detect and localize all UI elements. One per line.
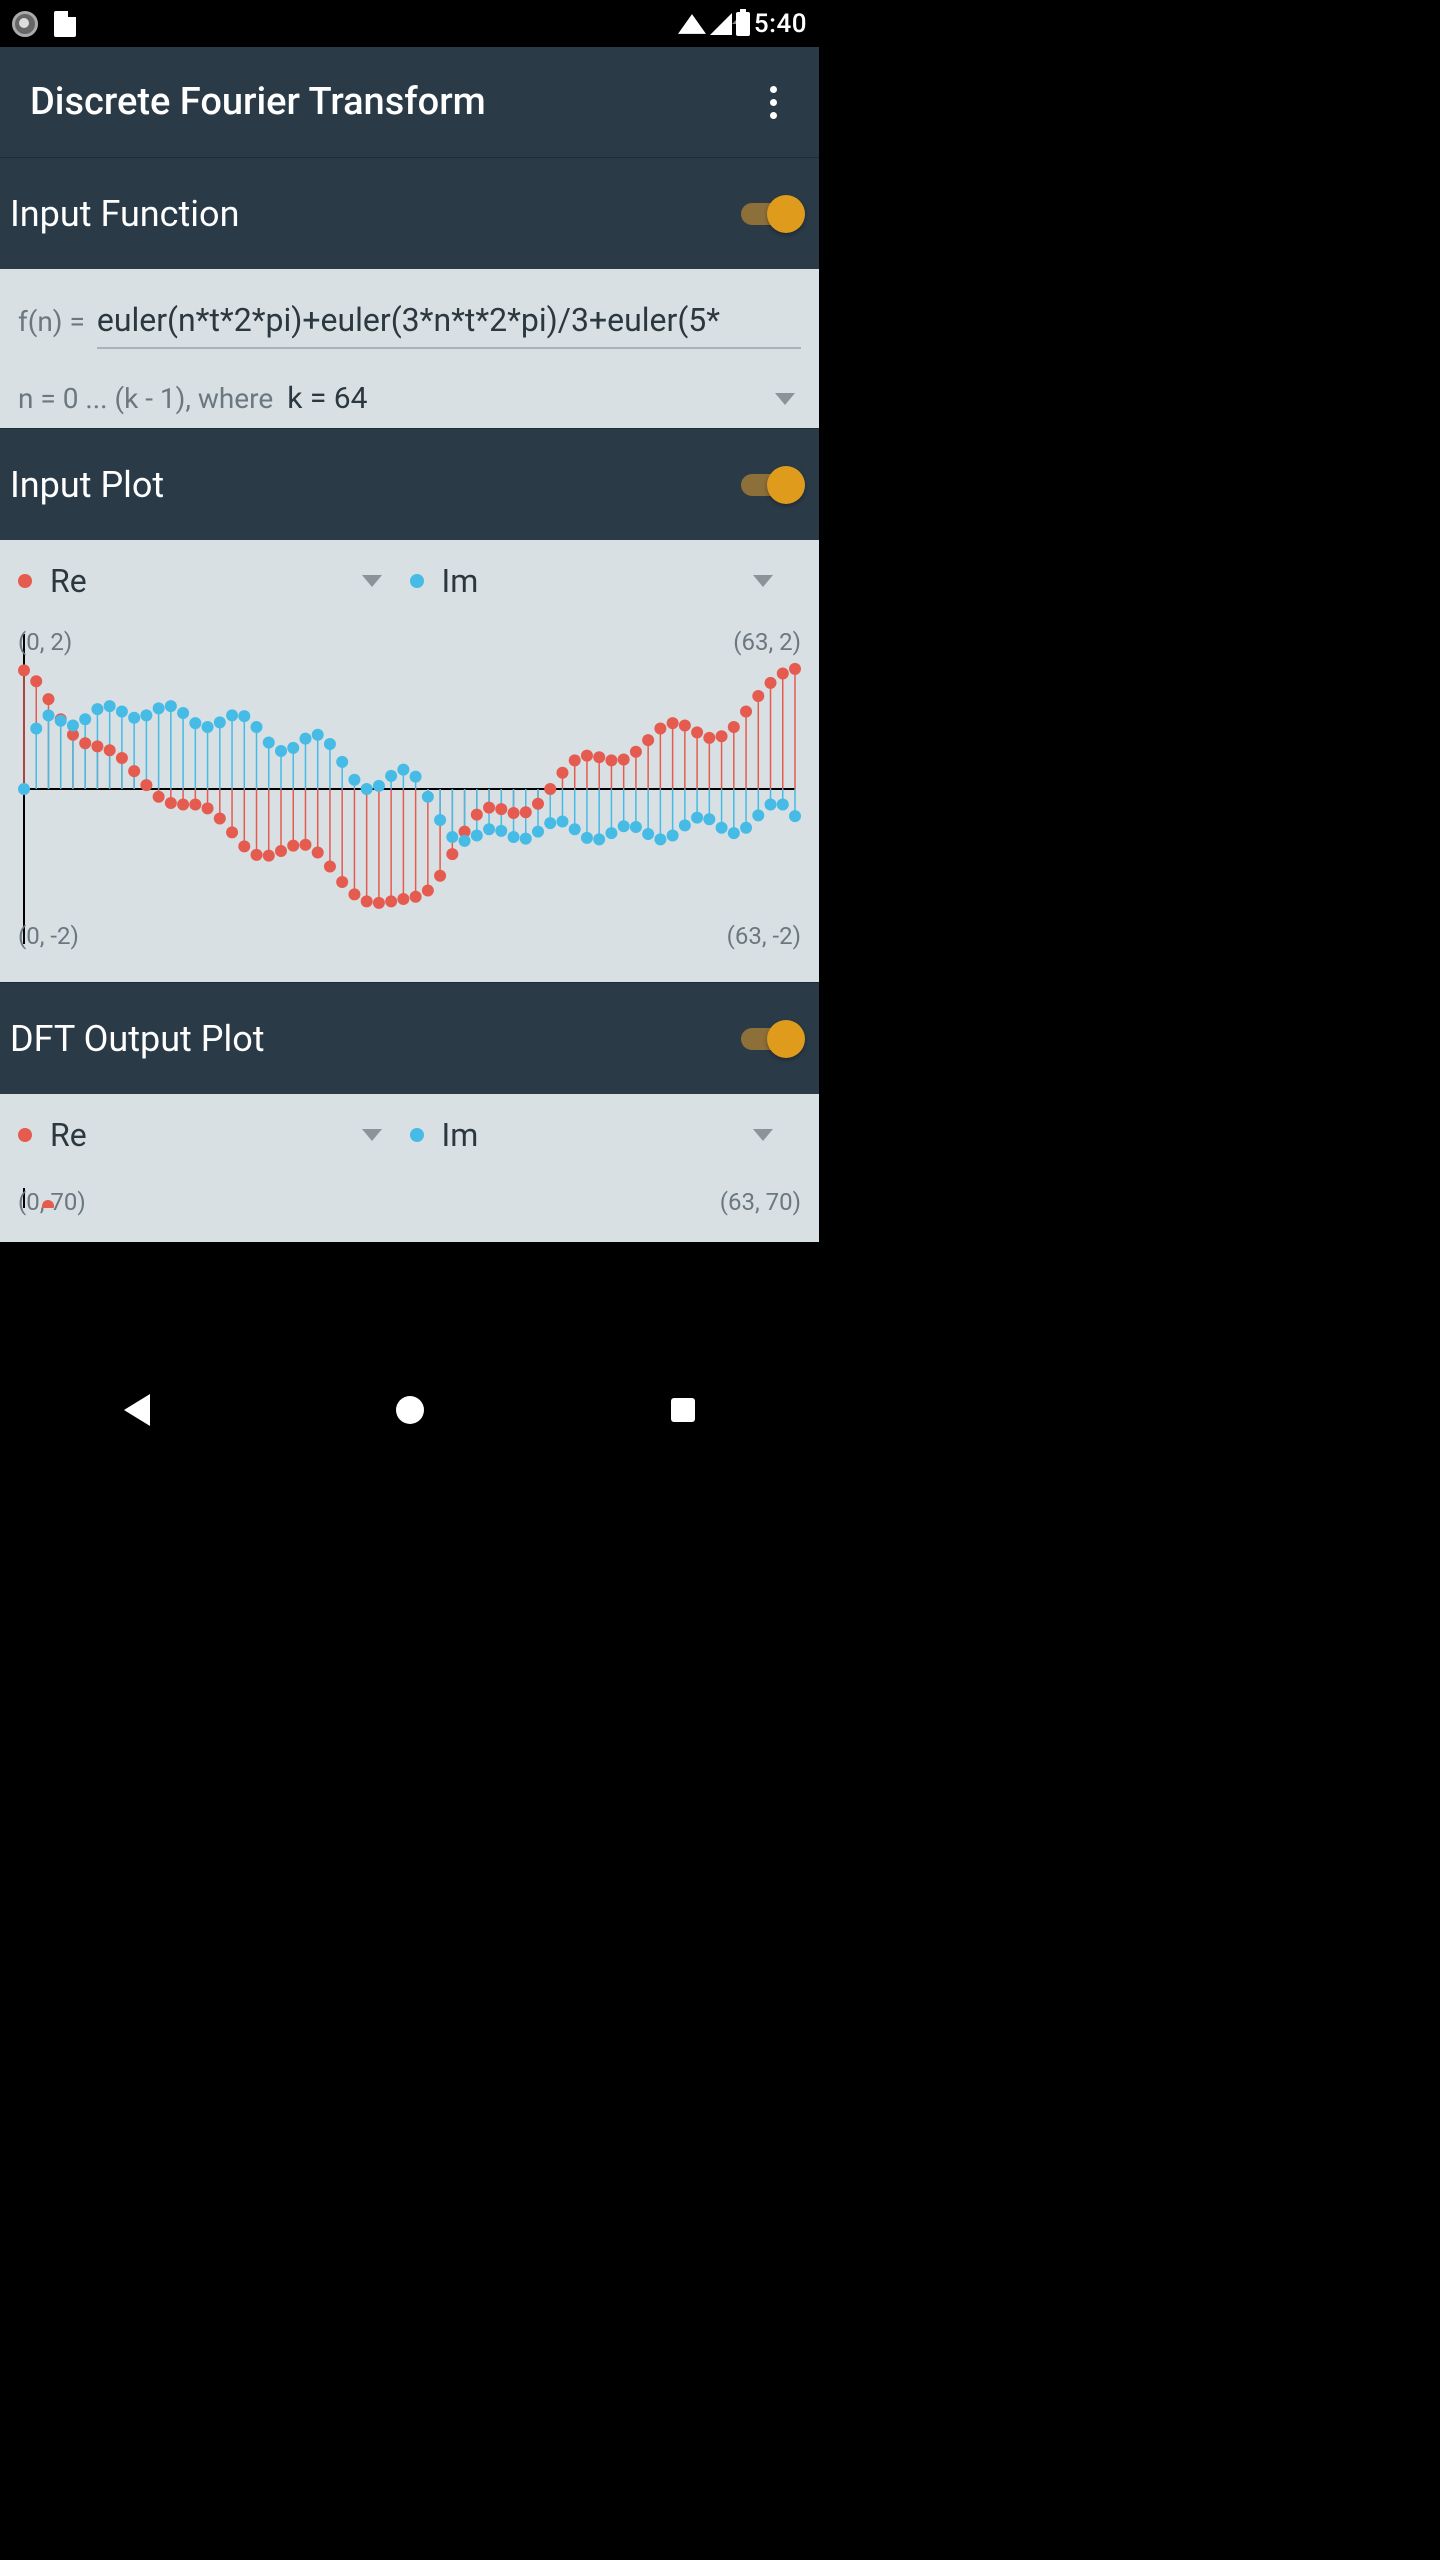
overflow-menu-button[interactable] bbox=[757, 76, 789, 128]
legend-im-label: Im bbox=[442, 1116, 479, 1154]
legend-re-dropdown[interactable]: Re bbox=[18, 562, 410, 600]
wifi-icon bbox=[678, 14, 706, 34]
panel-dft-output: Re Im (0, 70) (63, 70) bbox=[0, 1094, 819, 1242]
legend-dot-red-icon bbox=[18, 1128, 32, 1142]
plot-corner-tl: (0, 70) bbox=[18, 1188, 86, 1216]
android-nav-bar bbox=[0, 1364, 819, 1456]
plot-corner-tr: (63, 70) bbox=[720, 1188, 801, 1216]
plot-corner-bl: (0, -2) bbox=[18, 922, 79, 950]
toggle-input-function[interactable] bbox=[741, 195, 805, 233]
home-button[interactable] bbox=[392, 1392, 428, 1428]
chevron-down-icon bbox=[362, 575, 382, 587]
range-row[interactable]: n = 0 ... (k - 1), where k = 64 bbox=[18, 381, 801, 416]
chevron-down-icon bbox=[775, 393, 795, 405]
status-bar: 5:40 bbox=[0, 0, 819, 47]
legend-dot-blue-icon bbox=[410, 574, 424, 588]
plot-corner-br: (63, -2) bbox=[727, 922, 801, 950]
sd-card-icon bbox=[54, 11, 76, 37]
app-bar: Discrete Fourier Transform bbox=[0, 47, 819, 157]
section-title: DFT Output Plot bbox=[10, 1018, 265, 1060]
chevron-down-icon bbox=[753, 1129, 773, 1141]
range-k-value: k = 64 bbox=[287, 381, 367, 416]
clock-time: 5:40 bbox=[754, 9, 807, 39]
legend-re-label: Re bbox=[50, 562, 87, 600]
input-plot-chart[interactable] bbox=[18, 634, 801, 944]
legend-im-dropdown[interactable]: Im bbox=[410, 562, 802, 600]
dft-plot-chart[interactable] bbox=[18, 1188, 801, 1208]
fn-expression-input[interactable] bbox=[97, 297, 801, 349]
legend-im-label: Im bbox=[442, 562, 479, 600]
recents-button[interactable] bbox=[665, 1392, 701, 1428]
app-title: Discrete Fourier Transform bbox=[30, 80, 486, 124]
chevron-down-icon bbox=[362, 1129, 382, 1141]
section-header-dft-output: DFT Output Plot bbox=[0, 982, 819, 1094]
cell-signal-icon bbox=[710, 13, 732, 35]
section-header-input-plot: Input Plot bbox=[0, 428, 819, 540]
panel-input-function: f(n) = n = 0 ... (k - 1), where k = 64 bbox=[0, 269, 819, 428]
plot-corner-tr: (63, 2) bbox=[733, 628, 801, 656]
section-title: Input Function bbox=[10, 193, 239, 235]
legend-dot-red-icon bbox=[18, 574, 32, 588]
legend-im-dropdown-dft[interactable]: Im bbox=[410, 1116, 802, 1154]
chevron-down-icon bbox=[753, 575, 773, 587]
sync-icon bbox=[12, 11, 38, 37]
range-prefix-label: n = 0 ... (k - 1), where bbox=[18, 382, 273, 415]
back-button[interactable] bbox=[119, 1392, 155, 1428]
battery-icon bbox=[736, 12, 750, 36]
legend-re-dropdown-dft[interactable]: Re bbox=[18, 1116, 410, 1154]
toggle-input-plot[interactable] bbox=[741, 466, 805, 504]
legend-dot-blue-icon bbox=[410, 1128, 424, 1142]
section-header-input-function: Input Function bbox=[0, 157, 819, 269]
legend-re-label: Re bbox=[50, 1116, 87, 1154]
panel-input-plot: Re Im (0, 2) (63, 2) (0, -2) (63, -2) bbox=[0, 540, 819, 982]
toggle-dft-output[interactable] bbox=[741, 1020, 805, 1058]
plot-corner-tl: (0, 2) bbox=[18, 628, 72, 656]
fn-prefix-label: f(n) = bbox=[18, 305, 85, 338]
section-title: Input Plot bbox=[10, 464, 164, 506]
